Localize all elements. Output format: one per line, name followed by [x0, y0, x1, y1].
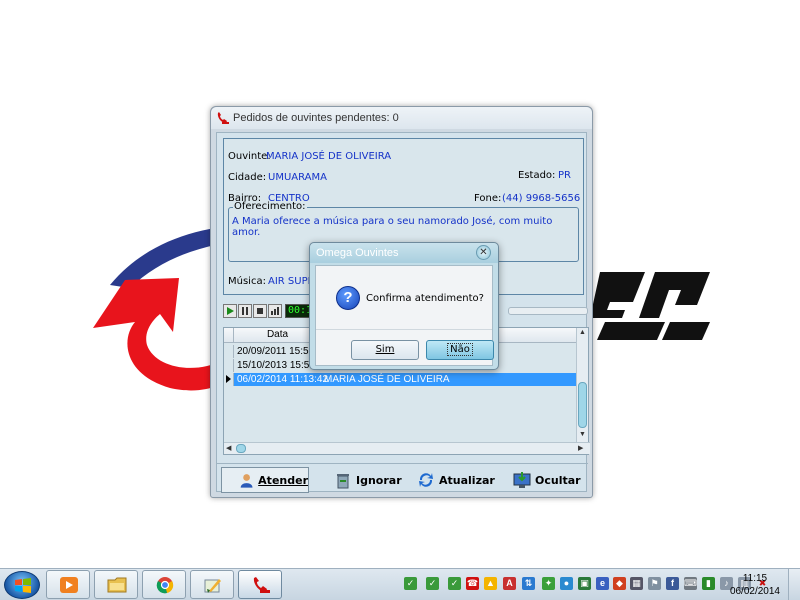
header-indicator	[224, 328, 234, 343]
ouvinte-value: MARIA JOSÉ DE OLIVEIRA	[266, 151, 392, 162]
facebook-icon[interactable]: f	[666, 577, 679, 590]
dialog-title: Omega Ouvintes	[316, 247, 399, 259]
pdf-icon[interactable]: A	[503, 577, 516, 590]
estado-label: Estado:	[518, 170, 556, 181]
fone-label: Fone:	[474, 193, 502, 204]
vertical-scrollbar[interactable]: ▲ ▼	[576, 328, 588, 442]
stop-button[interactable]	[253, 304, 267, 318]
row-indicator	[224, 345, 234, 358]
taskbar: ✓ ✓ ✓ ☎ ▲ A ⇅ ✦ ● ▣ e ◆ ▦ ⚑ f ⌨ ▮ ♪ ▥ ✖ …	[0, 568, 800, 600]
check-icon[interactable]: ✓	[448, 577, 461, 590]
dialog-message: Confirma atendimento?	[366, 293, 484, 304]
confirm-dialog: Omega Ouvintes ✕ ? Confirma atendimento?…	[309, 242, 499, 370]
user-icon	[240, 474, 253, 488]
horizontal-scroll-thumb[interactable]	[236, 444, 246, 453]
estado-value: PR	[558, 170, 571, 181]
scroll-left-icon[interactable]: ◀	[226, 444, 231, 452]
no-label: Não	[447, 343, 473, 356]
taskbar-file-explorer[interactable]	[94, 570, 138, 599]
cpu-icon[interactable]: ▣	[578, 577, 591, 590]
play-icon	[227, 307, 234, 315]
musica-label: Música:	[228, 276, 266, 287]
row-date: 06/02/2014 11:13:42	[237, 374, 329, 385]
bars-icon	[271, 307, 279, 315]
cidade-label: Cidade:	[228, 172, 267, 183]
pause-icon	[242, 307, 248, 315]
ocultar-button[interactable]: Ocultar	[513, 467, 581, 493]
sync-icon[interactable]: ⇅	[522, 577, 535, 590]
question-icon: ?	[336, 286, 360, 310]
row-indicator	[224, 359, 234, 372]
volume-button[interactable]	[268, 304, 282, 318]
yes-button[interactable]: Sim	[351, 340, 419, 360]
atualizar-label: Atualizar	[439, 473, 495, 487]
fone-value: (44) 9968-5656	[502, 193, 581, 204]
action-bar: Atender Ignorar Atualizar Ocultar	[217, 463, 588, 493]
vertical-scroll-thumb[interactable]	[578, 382, 587, 428]
taskbar-media-player[interactable]	[46, 570, 90, 599]
windows-logo-icon	[15, 578, 31, 593]
phone-icon	[217, 112, 229, 124]
trash-icon	[337, 474, 349, 489]
oferecimento-text: A Maria oferece a música para o seu namo…	[232, 216, 553, 238]
close-icon[interactable]: ✕	[476, 245, 491, 260]
row-listener: MARIA JOSÉ DE OLIVEIRA	[324, 374, 450, 385]
app-tray-icon[interactable]: ◆	[613, 577, 626, 590]
keyboard-icon[interactable]: ⌨	[684, 577, 697, 590]
taskbar-paint[interactable]	[190, 570, 234, 599]
row-indicator-current	[224, 373, 234, 386]
check-icon[interactable]: ✓	[404, 577, 417, 590]
refresh-icon	[419, 473, 433, 487]
network-tray-icon[interactable]: ●	[560, 577, 573, 590]
monitor-icon	[513, 472, 531, 488]
clock-date: 06/02/2014	[729, 586, 780, 597]
dialog-titlebar[interactable]: Omega Ouvintes ✕	[310, 243, 498, 263]
pause-button[interactable]	[238, 304, 252, 318]
paint-brush-icon	[204, 579, 221, 593]
scroll-up-icon[interactable]: ▲	[579, 329, 586, 336]
check-icon[interactable]: ✓	[426, 577, 439, 590]
chrome-icon	[156, 577, 174, 594]
shield-icon[interactable]: ✦	[542, 577, 555, 590]
browser-tray-icon[interactable]: e	[596, 577, 609, 590]
show-desktop-button[interactable]	[788, 569, 800, 600]
seek-track[interactable]	[508, 307, 588, 315]
atender-label: Atender	[258, 473, 308, 487]
yes-label: Sim	[375, 344, 395, 355]
window-title: Pedidos de ouvintes pendentes: 0	[233, 112, 399, 124]
table-row-selected[interactable]: 06/02/2014 11:13:42 MARIA JOSÉ DE OLIVEI…	[224, 373, 578, 386]
play-button[interactable]	[223, 304, 237, 318]
file-explorer-icon	[107, 577, 127, 593]
start-button[interactable]	[4, 571, 40, 599]
windows-tray-icon[interactable]: ▦	[630, 577, 643, 590]
phone-tray-icon[interactable]: ☎	[466, 577, 479, 590]
scroll-right-icon[interactable]: ▶	[578, 444, 583, 452]
taskbar-omega[interactable]	[238, 570, 282, 599]
musica-value: AIR SUPL	[268, 276, 314, 287]
ocultar-label: Ocultar	[535, 473, 581, 487]
ignorar-button[interactable]: Ignorar	[334, 467, 402, 493]
no-button[interactable]: Não	[426, 340, 494, 360]
omega-phone-icon	[253, 577, 270, 593]
dialog-body: ? Confirma atendimento? Sim Não	[315, 265, 494, 366]
clock-time: 11:15	[742, 573, 768, 584]
ouvinte-label: Ouvinte:	[228, 151, 271, 162]
cidade-value: UMUARAMA	[268, 172, 327, 183]
window-titlebar[interactable]: Pedidos de ouvintes pendentes: 0	[211, 107, 592, 129]
scroll-down-icon[interactable]: ▼	[579, 431, 586, 438]
stop-icon	[257, 308, 263, 314]
atender-button[interactable]: Atender	[221, 467, 309, 493]
clock[interactable]: 11:15 06/02/2014	[730, 572, 780, 598]
dialog-separator	[316, 329, 492, 330]
atualizar-button[interactable]: Atualizar	[417, 467, 495, 493]
chart-bars-icon[interactable]: ▮	[702, 577, 715, 590]
horizontal-scrollbar[interactable]: ◀ ▶	[224, 442, 590, 454]
drive-icon[interactable]: ▲	[484, 577, 497, 590]
flag-icon[interactable]: ⚑	[648, 577, 661, 590]
oferecimento-label: Oferecimento:	[233, 201, 307, 212]
media-player-icon	[60, 577, 78, 593]
ignorar-label: Ignorar	[356, 473, 402, 487]
taskbar-chrome[interactable]	[142, 570, 186, 599]
